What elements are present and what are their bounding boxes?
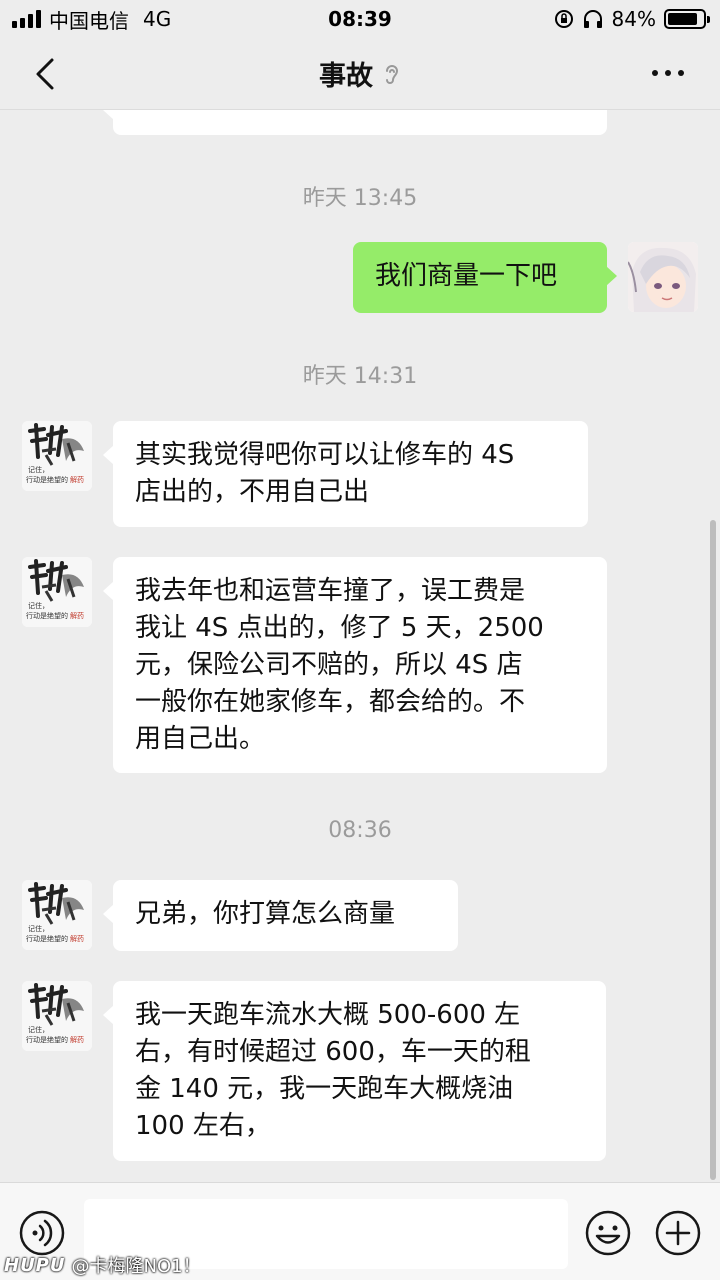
contact-avatar[interactable]: 记住， 行动是绝望的 解药 xyxy=(22,880,92,950)
message-received[interactable]: 其实我觉得吧你可以让修车的 4S 店出的，不用自己出 xyxy=(103,421,588,527)
avatar-caption: 记住， xyxy=(28,925,49,933)
ear-icon xyxy=(386,64,399,84)
more-dots-icon[interactable] xyxy=(652,58,684,88)
chat-title: 事故 xyxy=(319,61,373,92)
message-line: 店出的，不用自己出 xyxy=(135,477,370,507)
message-text: 兄弟，你打算怎么商量 xyxy=(135,899,396,929)
rotation-lock-icon xyxy=(554,10,573,28)
contact-avatar[interactable]: 记住， 行动是绝望的 解药 xyxy=(22,981,92,1051)
message-line: 100 左右， xyxy=(135,1111,271,1141)
message-line: 其实我觉得吧你可以让修车的 4S xyxy=(135,440,515,470)
avatar-caption-accent: 解药 xyxy=(70,612,84,620)
contact-avatar[interactable]: 记住， 行动是绝望的 解药 xyxy=(22,421,92,491)
watermark-brand: HUPU xyxy=(4,1254,66,1276)
voice-icon[interactable] xyxy=(18,1209,66,1257)
avatar-caption: 记住， xyxy=(28,602,49,610)
avatar-caption-accent: 解药 xyxy=(70,1036,84,1044)
message-line: 我去年也和运营车撞了，误工费是 xyxy=(135,576,526,606)
timestamp: 昨天 13:45 xyxy=(302,186,418,211)
contact-avatar[interactable]: 记住， 行动是绝望的 解药 xyxy=(22,557,92,627)
status-left: 中国电信 4G xyxy=(12,5,171,34)
avatar-caption-accent: 解药 xyxy=(70,935,84,943)
message-received[interactable]: 我一天跑车流水大概 500-600 左 右，有时候超过 600，车一天的租 金 … xyxy=(103,981,606,1161)
battery-percent: 84% xyxy=(611,7,656,31)
avatar-caption: 行动是绝望的 xyxy=(26,1036,68,1044)
scrollbar[interactable] xyxy=(710,520,716,1180)
avatar-caption: 行动是绝望的 xyxy=(26,612,68,620)
timestamp: 08:36 xyxy=(328,818,392,843)
battery-icon xyxy=(664,9,710,29)
carrier-label: 中国电信 xyxy=(49,8,129,33)
self-avatar[interactable] xyxy=(628,242,698,312)
message-received[interactable]: 我去年也和运营车撞了，误工费是 我让 4S 点出的，修了 5 天，2500 元，… xyxy=(103,557,607,773)
message-line: 用自己出。 xyxy=(135,724,266,754)
status-bar: 中国电信 4G 08:39 84% xyxy=(0,0,720,38)
message-line: 一般你在她家修车，都会给的。不 xyxy=(135,687,526,717)
message-text: 我们商量一下吧 xyxy=(375,261,558,291)
avatar-caption: 记住， xyxy=(28,1026,49,1034)
anime-avatar-icon xyxy=(628,242,698,312)
message-sent[interactable]: 我们商量一下吧 xyxy=(353,242,617,313)
signal-icon xyxy=(12,10,41,28)
chevron-left-icon[interactable] xyxy=(30,56,64,92)
plus-icon[interactable] xyxy=(654,1209,702,1257)
headphones-icon xyxy=(583,10,602,28)
chat-title-group: 事故 xyxy=(319,54,401,93)
emoji-icon[interactable] xyxy=(584,1209,632,1257)
message-line: 金 140 元，我一天跑车大概烧油 xyxy=(135,1074,514,1104)
avatar-caption-accent: 解药 xyxy=(70,476,84,484)
message-line: 我一天跑车流水大概 500-600 左 xyxy=(135,1000,521,1030)
chat-header: 事故 xyxy=(0,38,720,110)
watermark: HUPU @卡梅隆NO1！ xyxy=(4,1252,201,1278)
chat-area[interactable]: 昨天 13:45 我们商量一下吧 昨天 14:31 记住， 行动是绝望的 解药 … xyxy=(0,110,720,1182)
message-partial[interactable] xyxy=(103,110,607,135)
avatar-caption: 记住， xyxy=(28,466,49,474)
watermark-user: @卡梅隆NO1！ xyxy=(71,1256,201,1277)
status-right: 84% xyxy=(554,7,710,31)
avatar-caption: 行动是绝望的 xyxy=(26,935,68,943)
message-line: 元，保险公司不赔的，所以 4S 店 xyxy=(135,650,523,680)
timestamp: 昨天 14:31 xyxy=(302,364,418,389)
network-label: 4G xyxy=(143,7,172,31)
avatar-caption: 行动是绝望的 xyxy=(26,476,68,484)
message-received[interactable]: 兄弟，你打算怎么商量 xyxy=(103,880,458,951)
message-line: 右，有时候超过 600，车一天的租 xyxy=(135,1037,531,1067)
message-line: 我让 4S 点出的，修了 5 天，2500 xyxy=(135,613,544,643)
